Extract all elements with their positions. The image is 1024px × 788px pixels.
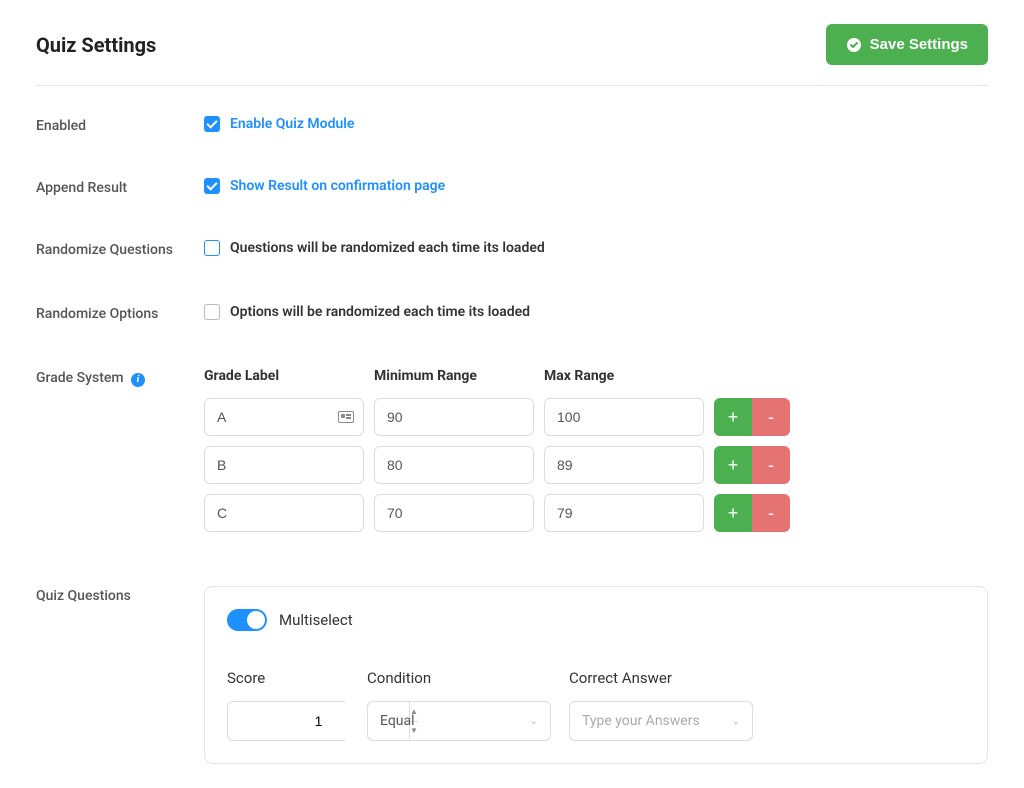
condition-select[interactable]: Equal ⌄ [367,701,551,741]
randomize-questions-checkbox-label: Questions will be randomized each time i… [230,240,545,256]
remove-grade-button[interactable]: - [752,494,790,532]
setting-label-randomize-questions: Randomize Questions [36,240,204,258]
condition-field: Condition Equal ⌄ [367,669,551,741]
grade-label-input[interactable] [204,398,364,436]
enabled-checkbox-label: Enable Quiz Module [230,116,354,132]
page-title: Quiz Settings [36,33,156,57]
col-header-max: Max Range [544,368,704,384]
col-header-label: Grade Label [204,368,364,384]
grade-max-input[interactable] [544,446,704,484]
condition-value: Equal [380,713,415,729]
randomize-questions-checkbox[interactable] [204,240,220,256]
enabled-checkbox[interactable] [204,116,220,132]
add-grade-button[interactable]: + [714,494,752,532]
add-grade-button[interactable]: + [714,398,752,436]
grade-min-input[interactable] [374,494,534,532]
questions-panel: Multiselect Score ▲ ▼ Condition [204,586,988,764]
condition-label: Condition [367,669,551,687]
setting-control-quiz-questions: Multiselect Score ▲ ▼ Condition [204,586,988,764]
setting-label-grade-system: Grade System i [36,368,204,387]
info-icon[interactable]: i [131,373,145,387]
answer-select[interactable]: Type your Answers ⌄ [569,701,753,741]
enabled-checkbox-wrap[interactable]: Enable Quiz Module [204,116,354,132]
remove-grade-button[interactable]: - [752,398,790,436]
setting-label-randomize-options: Randomize Options [36,304,204,322]
append-result-checkbox-wrap[interactable]: Show Result on confirmation page [204,178,445,194]
question-fields: Score ▲ ▼ Condition Equal ⌄ [227,669,965,741]
grade-table: Grade Label Minimum Range Max Range + - [204,368,794,532]
score-input-wrap: ▲ ▼ [227,701,349,741]
setting-row-grade-system: Grade System i Grade Label Minimum Range… [36,368,988,542]
grade-label-input[interactable] [204,446,364,484]
grade-row: + - [204,494,794,532]
append-result-checkbox-label: Show Result on confirmation page [230,178,445,194]
check-circle-icon [846,37,862,53]
grade-table-head: Grade Label Minimum Range Max Range [204,368,794,384]
grade-min-input[interactable] [374,446,534,484]
add-grade-button[interactable]: + [714,446,752,484]
grade-row-actions: + - [714,446,790,484]
setting-row-append-result: Append Result Show Result on confirmatio… [36,178,988,196]
setting-control-grade-system: Grade Label Minimum Range Max Range + - [204,368,988,542]
page-header: Quiz Settings Save Settings [36,24,988,86]
setting-label-quiz-questions: Quiz Questions [36,586,204,604]
grade-system-text: Grade System [36,370,124,386]
randomize-options-checkbox-label: Options will be randomized each time its… [230,304,530,320]
save-settings-button[interactable]: Save Settings [826,24,988,65]
randomize-options-checkbox-wrap[interactable]: Options will be randomized each time its… [204,304,530,320]
chevron-down-icon: ⌄ [530,716,538,727]
setting-row-quiz-questions: Quiz Questions Multiselect Score ▲ ▼ [36,586,988,764]
setting-row-randomize-questions: Randomize Questions Questions will be ra… [36,240,988,260]
save-button-label: Save Settings [870,36,968,53]
setting-control-randomize-options: Options will be randomized each time its… [204,304,988,324]
answer-placeholder: Type your Answers [582,713,700,729]
setting-row-randomize-options: Randomize Options Options will be random… [36,304,988,324]
grade-min-input[interactable] [374,398,534,436]
grade-label-input[interactable] [204,494,364,532]
setting-label-append-result: Append Result [36,178,204,196]
grade-row: + - [204,398,794,436]
setting-label-enabled: Enabled [36,116,204,134]
setting-control-append-result: Show Result on confirmation page [204,178,988,194]
multiselect-toggle[interactable] [227,609,267,631]
setting-control-randomize-questions: Questions will be randomized each time i… [204,240,988,260]
answer-label: Correct Answer [569,669,753,687]
chevron-down-icon: ⌄ [732,716,740,727]
grade-max-input[interactable] [544,494,704,532]
multiselect-row: Multiselect [227,609,965,631]
grade-label-wrap [204,398,364,436]
setting-control-enabled: Enable Quiz Module [204,116,988,132]
grade-max-input[interactable] [544,398,704,436]
randomize-questions-checkbox-wrap[interactable]: Questions will be randomized each time i… [204,240,545,256]
setting-row-enabled: Enabled Enable Quiz Module [36,116,988,134]
grade-row-actions: + - [714,494,790,532]
append-result-checkbox[interactable] [204,178,220,194]
score-label: Score [227,669,349,687]
col-header-min: Minimum Range [374,368,534,384]
multiselect-label: Multiselect [279,611,353,629]
randomize-options-checkbox[interactable] [204,304,220,320]
remove-grade-button[interactable]: - [752,446,790,484]
grade-row: + - [204,446,794,484]
score-field: Score ▲ ▼ [227,669,349,741]
grade-row-actions: + - [714,398,790,436]
answer-field: Correct Answer Type your Answers ⌄ [569,669,753,741]
